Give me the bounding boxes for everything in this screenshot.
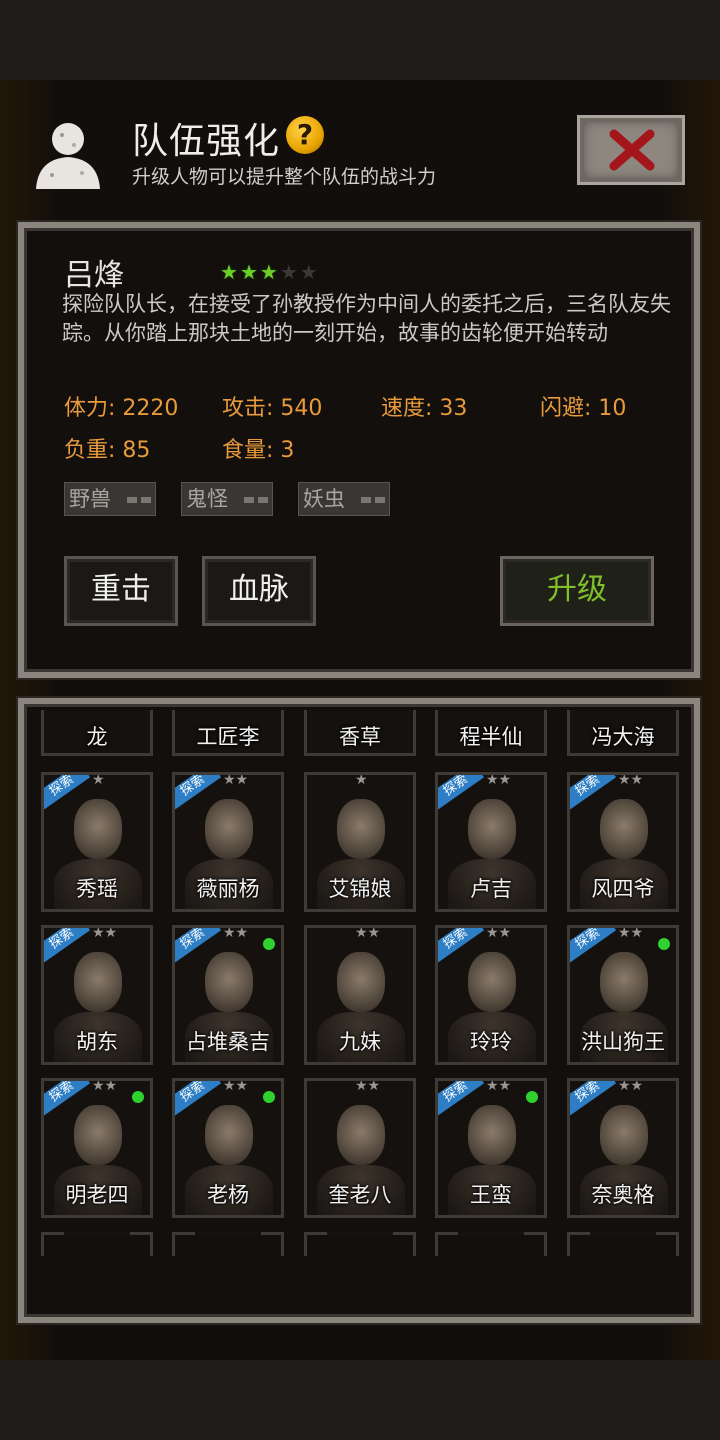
trait-level-icon <box>127 497 151 503</box>
character-name: 冯大海 <box>591 725 655 749</box>
character-card[interactable]: 工匠李 <box>172 710 284 756</box>
character-star-rating: ★★ <box>223 772 249 788</box>
status-bar-area <box>0 0 720 80</box>
empty-card-slot <box>304 1232 416 1256</box>
character-name: 奈奥格 <box>591 1183 655 1207</box>
character-name: 洪山狗王 <box>581 1030 665 1054</box>
active-status-dot <box>658 938 670 950</box>
character-star-rating: ★★ <box>618 1078 644 1094</box>
trait-label: 鬼怪 <box>186 487 228 511</box>
character-card[interactable]: 探索 ★★ 玲玲 <box>435 925 547 1065</box>
character-star-rating: ★★ <box>223 1078 249 1094</box>
character-card[interactable]: ★★ 九妹 <box>304 925 416 1065</box>
character-name: 老杨 <box>207 1183 249 1207</box>
empty-card-slot <box>172 1232 284 1256</box>
character-name: 玲玲 <box>470 1030 512 1054</box>
star-filled-icon: ★ <box>259 260 278 284</box>
star-empty-icon: ★ <box>299 260 318 284</box>
stat-attack: 攻击: 540 <box>222 396 323 421</box>
active-status-dot <box>263 938 275 950</box>
character-name: 王蛮 <box>470 1183 512 1207</box>
character-star-rating: ★★ <box>618 772 644 788</box>
character-name: 明老四 <box>65 1183 129 1207</box>
character-card[interactable]: ★ 艾锦娘 <box>304 772 416 912</box>
page-title: 队伍强化 <box>132 121 281 162</box>
trait-tag[interactable]: 野兽 <box>64 482 156 516</box>
character-star-rating: ★ <box>355 772 368 788</box>
character-card[interactable]: 探索 ★★ 风四爷 <box>567 772 679 912</box>
character-card[interactable]: 程半仙 <box>435 710 547 756</box>
character-name: 九妹 <box>339 1030 381 1054</box>
character-card[interactable]: 探索 ★★ 洪山狗王 <box>567 925 679 1065</box>
help-icon[interactable]: ? <box>286 116 324 154</box>
character-card[interactable]: 龙 <box>41 710 153 756</box>
skill-button-bloodline[interactable]: 血脉 <box>202 556 316 626</box>
empty-card-slot <box>41 1232 153 1256</box>
close-button[interactable] <box>577 115 685 185</box>
star-empty-icon: ★ <box>279 260 298 284</box>
character-card[interactable]: 探索 ★★ 占堆桑吉 <box>172 925 284 1065</box>
character-name: 胡东 <box>76 1030 118 1054</box>
character-name: 艾锦娘 <box>328 877 392 901</box>
character-star-rating: ★★ <box>486 1078 512 1094</box>
active-status-dot <box>132 1091 144 1103</box>
stat-hp: 体力: 2220 <box>64 396 179 421</box>
player-silhouette-icon <box>36 123 100 189</box>
stat-dodge: 闪避: 10 <box>540 396 627 421</box>
character-name: 占堆桑吉 <box>186 1030 270 1054</box>
character-star-rating: ★★ <box>223 925 249 941</box>
character-card[interactable]: 探索 ★★ 胡东 <box>41 925 153 1065</box>
character-name: 奎老八 <box>328 1183 392 1207</box>
character-card[interactable]: 探索 ★★ 明老四 <box>41 1078 153 1218</box>
character-card[interactable]: 探索 ★★ 奈奥格 <box>567 1078 679 1218</box>
character-card[interactable]: 探索 ★★ 老杨 <box>172 1078 284 1218</box>
character-name: 香草 <box>339 725 381 749</box>
close-icon <box>609 129 655 171</box>
character-star-rating: ★★ <box>92 1078 118 1094</box>
stat-load: 负重: 85 <box>64 438 151 463</box>
star-filled-icon: ★ <box>239 260 258 284</box>
active-status-dot <box>526 1091 538 1103</box>
stat-speed: 速度: 33 <box>381 396 468 421</box>
trait-label: 野兽 <box>69 487 111 511</box>
character-star-rating: ★★ <box>486 925 512 941</box>
character-name: 工匠李 <box>196 725 260 749</box>
trait-level-icon <box>244 497 268 503</box>
character-name: 风四爷 <box>591 877 655 901</box>
character-card[interactable]: 冯大海 <box>567 710 679 756</box>
character-name: 秀瑶 <box>76 877 118 901</box>
character-star-rating: ★★ <box>486 772 512 788</box>
trait-level-icon <box>361 497 385 503</box>
navigation-bar-area <box>0 1360 720 1440</box>
character-card[interactable]: 香草 <box>304 710 416 756</box>
upgrade-button[interactable]: 升级 <box>500 556 654 626</box>
character-star-rating: ★ <box>92 772 105 788</box>
empty-card-slot <box>435 1232 547 1256</box>
hero-description: 探险队队长，在接受了孙教授作为中间人的委托之后，三名队友失踪。从你踏上那块土地的… <box>62 292 671 345</box>
trait-tag[interactable]: 妖虫 <box>298 482 390 516</box>
trait-tag[interactable]: 鬼怪 <box>181 482 273 516</box>
character-name: 龙 <box>86 725 108 749</box>
character-star-rating: ★★ <box>355 925 381 941</box>
character-card[interactable]: ★★ 奎老八 <box>304 1078 416 1218</box>
character-name: 程半仙 <box>459 725 523 749</box>
character-name: 卢吉 <box>470 877 512 901</box>
hero-name: 吕烽 <box>64 258 124 293</box>
character-card[interactable]: 探索 ★★ 薇丽杨 <box>172 772 284 912</box>
character-star-rating: ★★ <box>618 925 644 941</box>
character-card[interactable]: 探索 ★★ 王蛮 <box>435 1078 547 1218</box>
skill-button-heavy-strike[interactable]: 重击 <box>64 556 178 626</box>
character-star-rating: ★★ <box>355 1078 381 1094</box>
empty-card-slot <box>567 1232 679 1256</box>
character-name: 薇丽杨 <box>196 877 260 901</box>
hero-star-rating: ★ ★ ★ ★ ★ <box>220 260 318 284</box>
active-status-dot <box>263 1091 275 1103</box>
star-filled-icon: ★ <box>220 260 238 284</box>
character-card[interactable]: 探索 ★ 秀瑶 <box>41 772 153 912</box>
stat-food: 食量: 3 <box>222 438 295 463</box>
trait-label: 妖虫 <box>303 487 345 511</box>
page-subtitle: 升级人物可以提升整个队伍的战斗力 <box>132 166 437 188</box>
character-star-rating: ★★ <box>92 925 118 941</box>
character-card[interactable]: 探索 ★★ 卢吉 <box>435 772 547 912</box>
